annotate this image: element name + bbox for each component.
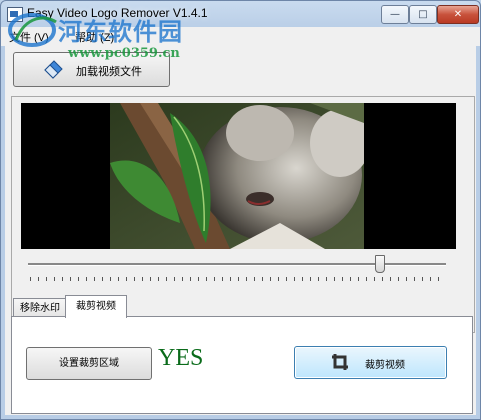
slider-thumb[interactable] — [375, 255, 385, 273]
video-frame-image — [110, 103, 364, 249]
watermark-site-url: www.pc0359.cn — [68, 46, 180, 61]
eraser-icon — [44, 60, 63, 79]
close-button[interactable]: ✕ — [437, 5, 479, 24]
maximize-button[interactable]: □ — [409, 5, 437, 24]
crop-tab-panel: 设置裁剪区域 YES 裁剪视频 — [11, 316, 473, 414]
tab-remove-watermark[interactable]: 移除水印 — [13, 298, 67, 318]
slider-ticks — [30, 277, 446, 281]
menu-file[interactable]: 文件 (V) — [9, 29, 49, 45]
app-icon — [7, 7, 23, 22]
tab-crop-video[interactable]: 裁剪视频 — [65, 295, 127, 318]
set-crop-area-button[interactable]: 设置裁剪区域 — [26, 347, 152, 380]
load-video-label: 加载视频文件 — [76, 65, 142, 78]
main-panel: 加载视频文件 移除水印 裁剪视频 设置裁剪区域 YES 裁剪视频 — [5, 46, 476, 415]
app-window: Easy Video Logo Remover V1.4.1 — □ ✕ 文件 … — [0, 0, 481, 420]
crop-status-text: YES — [158, 345, 204, 371]
crop-video-button[interactable]: 裁剪视频 — [294, 346, 447, 379]
watermark-site-name: 河东软件园 — [58, 18, 183, 46]
video-preview[interactable] — [21, 103, 456, 249]
minimize-button[interactable]: — — [381, 5, 409, 24]
timeline-slider[interactable] — [26, 255, 450, 289]
crop-video-label: 裁剪视频 — [365, 360, 405, 371]
crop-icon — [332, 354, 348, 370]
